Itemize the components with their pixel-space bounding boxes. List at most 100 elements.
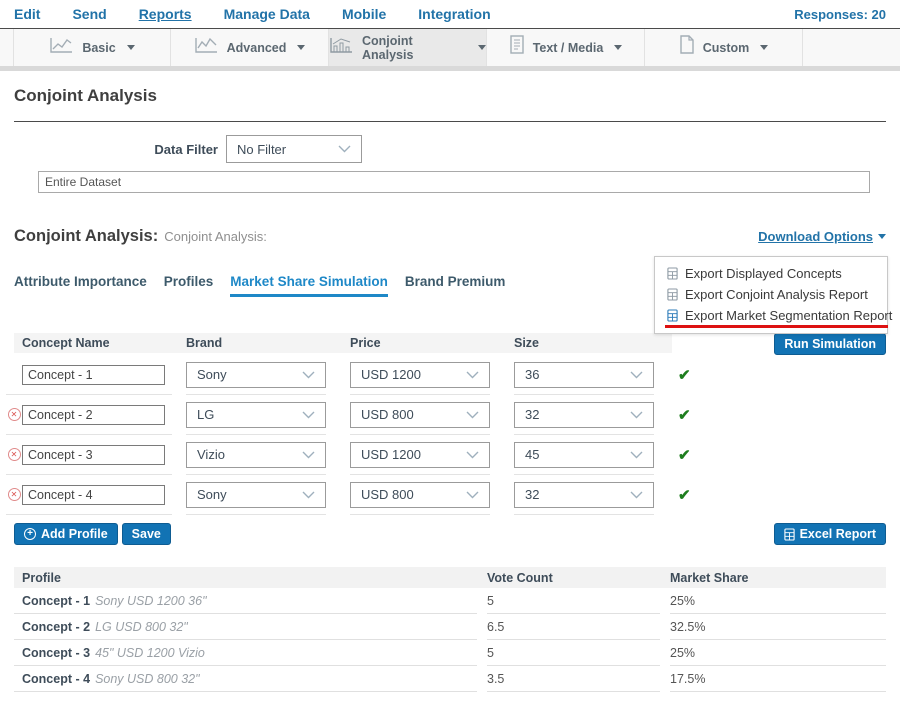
size-value: 32 [525,407,539,422]
tab-brand-premium[interactable]: Brand Premium [405,274,506,297]
toolbar-tab-text-media[interactable]: Text / Media [487,29,645,66]
price-select[interactable]: USD 800 [350,482,490,508]
dataset-field[interactable]: Entire Dataset [38,171,870,193]
nav-item-send[interactable]: Send [72,6,106,22]
results-table: Profile Vote Count Market Share Concept … [14,567,886,692]
nav-item-mobile[interactable]: Mobile [342,6,386,22]
line-chart-icon [49,36,74,60]
tab-market-share-simulation[interactable]: Market Share Simulation [230,274,388,297]
download-options-label: Download Options [758,229,873,244]
profile-desc: LG USD 800 32" [95,620,188,634]
chevron-down-icon [614,45,622,50]
table-row: ✕ Vizio USD 1200 45 ✔ [6,435,886,475]
chevron-down-icon [302,451,315,459]
report-type-toolbar: Basic Advanced Conjoint Analysis Text / … [0,29,900,71]
tab-attribute-importance[interactable]: Attribute Importance [14,274,147,297]
brand-select[interactable]: Sony [186,362,326,388]
excel-report-button[interactable]: Excel Report [774,523,886,545]
brand-value: Vizio [197,447,225,462]
line-chart-icon [194,36,219,60]
vote-count: 5 [487,640,660,666]
menu-item-export-displayed-concepts[interactable]: Export Displayed Concepts [655,263,887,284]
simulation-actions: + Add Profile Save Excel Report [14,523,886,545]
toolbar-tab-label: Custom [703,41,750,55]
size-select[interactable]: 36 [514,362,654,388]
download-options-link[interactable]: Download Options [758,229,886,244]
spreadsheet-icon [667,267,678,280]
chevron-down-icon [127,45,135,50]
menu-item-label: Export Conjoint Analysis Report [685,287,868,302]
run-simulation-button[interactable]: Run Simulation [774,333,886,355]
toolbar-tab-advanced[interactable]: Advanced [171,29,329,66]
table-row: Concept - 2LG USD 800 32" 6.5 32.5% [14,614,886,640]
brand-value: Sony [197,487,227,502]
menu-item-export-market-segmentation-report[interactable]: Export Market Segmentation Report [655,305,887,326]
chevron-down-icon [630,371,643,379]
size-select[interactable]: 45 [514,442,654,468]
brand-select[interactable]: LG [186,402,326,428]
delete-row-icon[interactable]: ✕ [8,448,21,461]
nav-item-edit[interactable]: Edit [14,6,40,22]
chevron-down-icon [630,411,643,419]
results-header: Profile Vote Count Market Share [14,567,886,588]
dataset-value: Entire Dataset [45,175,121,189]
chevron-down-icon [302,371,315,379]
size-select[interactable]: 32 [514,402,654,428]
vote-count: 6.5 [487,614,660,640]
data-filter-value: No Filter [237,142,286,157]
delete-row-icon[interactable]: ✕ [8,408,21,421]
excel-report-label: Excel Report [800,527,876,541]
brand-select[interactable]: Sony [186,482,326,508]
tab-profiles[interactable]: Profiles [164,274,214,297]
valid-check-icon: ✔ [678,367,691,384]
size-select[interactable]: 32 [514,482,654,508]
simulation-column-headers: Concept Name Brand Price Size [14,333,672,353]
brand-value: Sony [197,367,227,382]
col-header-brand: Brand [186,336,350,350]
responses-count: Responses: 20 [794,7,886,22]
add-profile-label: Add Profile [41,527,108,541]
concept-name-input[interactable] [22,365,165,385]
toolbar-tab-conjoint-analysis[interactable]: Conjoint Analysis [329,29,487,66]
spreadsheet-icon [784,528,795,541]
simulation-header-row: Concept Name Brand Price Size Run Simula… [14,333,886,355]
price-value: USD 1200 [361,447,421,462]
price-value: USD 1200 [361,367,421,382]
concept-name-input[interactable] [22,445,165,465]
price-select[interactable]: USD 1200 [350,442,490,468]
concept-name-input[interactable] [22,405,165,425]
nav-item-integration[interactable]: Integration [418,6,490,22]
vote-count: 5 [487,588,660,614]
add-profile-button[interactable]: + Add Profile [14,523,118,545]
price-select[interactable]: USD 1200 [350,362,490,388]
run-simulation-label: Run Simulation [784,337,876,351]
data-filter-select[interactable]: No Filter [226,135,362,163]
market-share: 17.5% [670,666,886,692]
bar-chart-icon [329,36,354,60]
chevron-down-icon [760,45,768,50]
spreadsheet-icon [667,309,678,322]
concept-name-input[interactable] [22,485,165,505]
menu-item-export-conjoint-analysis-report[interactable]: Export Conjoint Analysis Report [655,284,887,305]
profile-name: Concept - 4 [22,672,90,686]
price-value: USD 800 [361,407,414,422]
download-options-menu: Export Displayed Concepts Export Conjoin… [654,256,888,334]
nav-item-reports[interactable]: Reports [139,6,192,22]
nav-item-manage-data[interactable]: Manage Data [224,6,310,22]
size-value: 36 [525,367,539,382]
toolbar-tab-custom[interactable]: Custom [645,29,803,66]
chevron-down-icon [297,45,305,50]
delete-row-icon[interactable]: ✕ [8,488,21,501]
chevron-down-icon [630,491,643,499]
chevron-down-icon [302,491,315,499]
col-header-price: Price [350,336,514,350]
price-select[interactable]: USD 800 [350,402,490,428]
profile-desc: Sony USD 800 32" [95,672,200,686]
size-value: 32 [525,487,539,502]
chevron-down-icon [878,234,886,239]
chevron-down-icon [338,145,351,153]
data-filter-row: Data Filter No Filter [14,135,886,163]
brand-select[interactable]: Vizio [186,442,326,468]
save-button[interactable]: Save [122,523,171,545]
toolbar-tab-basic[interactable]: Basic [13,29,171,66]
